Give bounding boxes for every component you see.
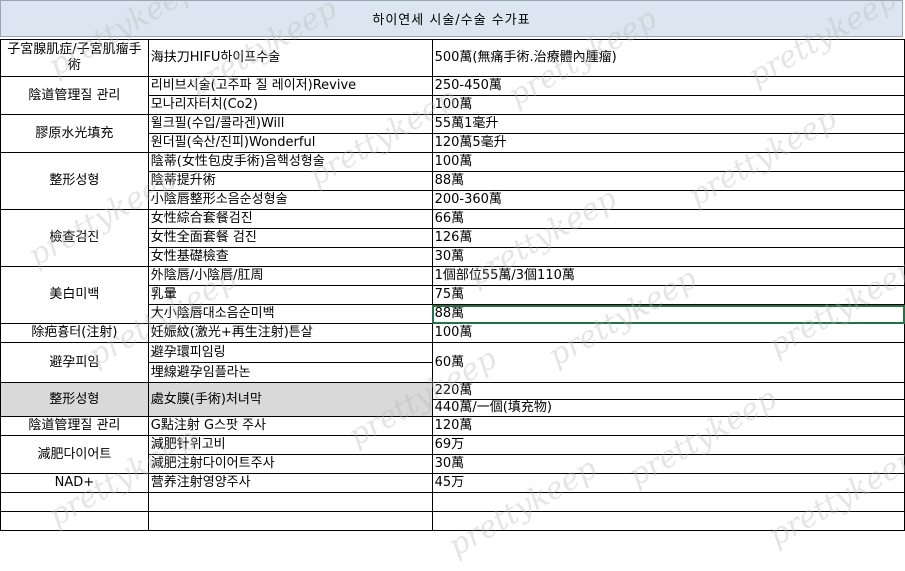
table-row: 減肥다이어트 減肥针위고비 69万 xyxy=(0,435,905,474)
table-row: 陰道管理질 관리 G點注射 G스팟 주사 120萬 xyxy=(0,416,905,436)
procedure-cell[interactable]: 营养注射영양주사 xyxy=(147,473,433,493)
procedure-cell[interactable]: 海扶刀HIFU하이프수술 xyxy=(147,39,433,77)
category-cell[interactable]: 子宮腺肌症/子宮肌瘤手術 xyxy=(0,39,149,77)
table-row: 陰道管理질 관리 리비브시술(고주파 질 레이저)Revive 250-450萬 xyxy=(0,76,905,115)
category-cell[interactable]: 膠原水光填充 xyxy=(0,114,149,153)
procedure-cell[interactable]: 外陰唇/小陰唇/肛周 xyxy=(147,266,433,286)
price-cell[interactable]: 220萬 xyxy=(431,382,905,400)
empty-cell[interactable] xyxy=(431,511,905,531)
table-row: NAD+ 营养注射영양주사 45万 xyxy=(0,473,905,493)
price-cell[interactable]: 1個部位55萬/3個110萬 xyxy=(431,266,905,286)
price-cell[interactable]: 69万 xyxy=(431,435,905,455)
procedure-cell[interactable]: 모나리자터치(Co2) xyxy=(147,95,433,115)
category-cell[interactable]: 整形성형 xyxy=(0,382,149,417)
procedure-cell[interactable]: 減肥针위고비 xyxy=(147,435,433,455)
procedure-cell[interactable]: 埋線避孕임플라논 xyxy=(147,362,433,383)
table-row: 整形성형 陰蒂(女性包皮手術)음핵성형술 100萬 xyxy=(0,152,905,210)
category-cell[interactable]: 除疤흉터(注射) xyxy=(0,323,149,343)
procedure-cell[interactable]: 小陰唇整形소음순성형술 xyxy=(147,190,433,210)
category-cell[interactable]: 陰道管理질 관리 xyxy=(0,416,149,436)
procedure-cell[interactable]: 減肥注射다이어트주사 xyxy=(147,454,433,474)
price-cell[interactable]: 250-450萬 xyxy=(431,76,905,96)
empty-cell[interactable] xyxy=(431,492,905,512)
category-cell[interactable]: 檢查검진 xyxy=(0,209,149,267)
price-cell[interactable]: 126萬 xyxy=(431,228,905,248)
price-cell[interactable]: 60萬 xyxy=(431,342,905,383)
price-table: 子宮腺肌症/子宮肌瘤手術 海扶刀HIFU하이프수술 500萬(無痛手術.治療體內… xyxy=(0,39,905,531)
procedure-cell[interactable]: 원더필(숙산/진피)Wonderful xyxy=(147,133,433,153)
price-cell[interactable]: 55萬1毫升 xyxy=(431,114,905,134)
category-cell[interactable]: 減肥다이어트 xyxy=(0,435,149,474)
procedure-cell[interactable]: 大小陰唇대소음순미백 xyxy=(147,304,433,324)
price-cell[interactable]: 30萬 xyxy=(431,247,905,267)
price-cell[interactable]: 66萬 xyxy=(431,209,905,229)
selected-price-cell[interactable]: 88萬 xyxy=(431,304,905,324)
procedure-cell[interactable]: 乳暈 xyxy=(147,285,433,305)
sheet-title[interactable]: 하이연세 시술/수술 수가표 xyxy=(0,0,903,37)
price-cell[interactable]: 120萬 xyxy=(431,416,905,436)
price-cell[interactable]: 100萬 xyxy=(431,152,905,172)
empty-cell[interactable] xyxy=(147,511,433,531)
procedure-cell[interactable]: 女性全面套餐 검진 xyxy=(147,228,433,248)
price-cell[interactable]: 120萬5毫升 xyxy=(431,133,905,153)
table-row: 美白미백 外陰唇/小陰唇/肛周 1個部位55萬/3個110萬 xyxy=(0,266,905,324)
spreadsheet: 하이연세 시술/수술 수가표 子宮腺肌症/子宮肌瘤手術 海扶刀HIFU하이프수술… xyxy=(0,0,905,571)
empty-cell[interactable] xyxy=(0,492,149,512)
price-table-container: 子宮腺肌症/子宮肌瘤手術 海扶刀HIFU하이프수술 500萬(無痛手術.治療體內… xyxy=(0,39,905,531)
price-cell[interactable]: 45万 xyxy=(431,473,905,493)
procedure-cell[interactable]: G點注射 G스팟 주사 xyxy=(147,416,433,436)
table-row: 子宮腺肌症/子宮肌瘤手術 海扶刀HIFU하이프수술 500萬(無痛手術.治療體內… xyxy=(0,39,905,77)
table-row: 整形성형 處女膜(手術)처녀막 220萬 xyxy=(0,382,905,417)
procedure-cell[interactable]: 妊娠紋(激光+再生注射)튼살 xyxy=(147,323,433,343)
procedure-cell[interactable]: 避孕環피임링 xyxy=(147,342,433,363)
procedure-cell[interactable]: 陰蒂提升術 xyxy=(147,171,433,191)
category-cell[interactable]: NAD+ xyxy=(0,473,149,493)
table-row: 除疤흉터(注射) 妊娠紋(激光+再生注射)튼살 100萬 xyxy=(0,323,905,343)
price-cell[interactable]: 500萬(無痛手術.治療體內腫瘤) xyxy=(431,39,905,77)
category-cell[interactable]: 陰道管理질 관리 xyxy=(0,76,149,115)
procedure-cell[interactable]: 處女膜(手術)처녀막 xyxy=(147,382,433,417)
price-cell[interactable]: 100萬 xyxy=(431,95,905,115)
price-cell[interactable]: 30萬 xyxy=(431,454,905,474)
price-cell[interactable]: 88萬 xyxy=(431,171,905,191)
procedure-cell[interactable]: 윌크필(수입/콜라겐)Will xyxy=(147,114,433,134)
table-row: 膠原水光填充 윌크필(수입/콜라겐)Will 55萬1毫升 xyxy=(0,114,905,153)
category-cell[interactable]: 避孕피임 xyxy=(0,342,149,383)
category-cell[interactable]: 整形성형 xyxy=(0,152,149,210)
procedure-cell[interactable]: 리비브시술(고주파 질 레이저)Revive xyxy=(147,76,433,96)
empty-cell[interactable] xyxy=(0,511,149,531)
price-cell[interactable]: 100萬 xyxy=(431,323,905,343)
procedure-cell[interactable]: 陰蒂(女性包皮手術)음핵성형술 xyxy=(147,152,433,172)
empty-cell[interactable] xyxy=(147,492,433,512)
procedure-cell[interactable]: 女性綜合套餐검진 xyxy=(147,209,433,229)
empty-row xyxy=(0,511,905,531)
empty-row xyxy=(0,492,905,512)
price-cell[interactable]: 440萬/一個(填充物) xyxy=(431,399,905,417)
table-row: 避孕피임 避孕環피임링 60萬 xyxy=(0,342,905,383)
table-row: 檢查검진 女性綜合套餐검진 66萬 xyxy=(0,209,905,267)
price-cell[interactable]: 200-360萬 xyxy=(431,190,905,210)
procedure-cell[interactable]: 女性基礎檢查 xyxy=(147,247,433,267)
category-cell[interactable]: 美白미백 xyxy=(0,266,149,324)
price-cell[interactable]: 75萬 xyxy=(431,285,905,305)
